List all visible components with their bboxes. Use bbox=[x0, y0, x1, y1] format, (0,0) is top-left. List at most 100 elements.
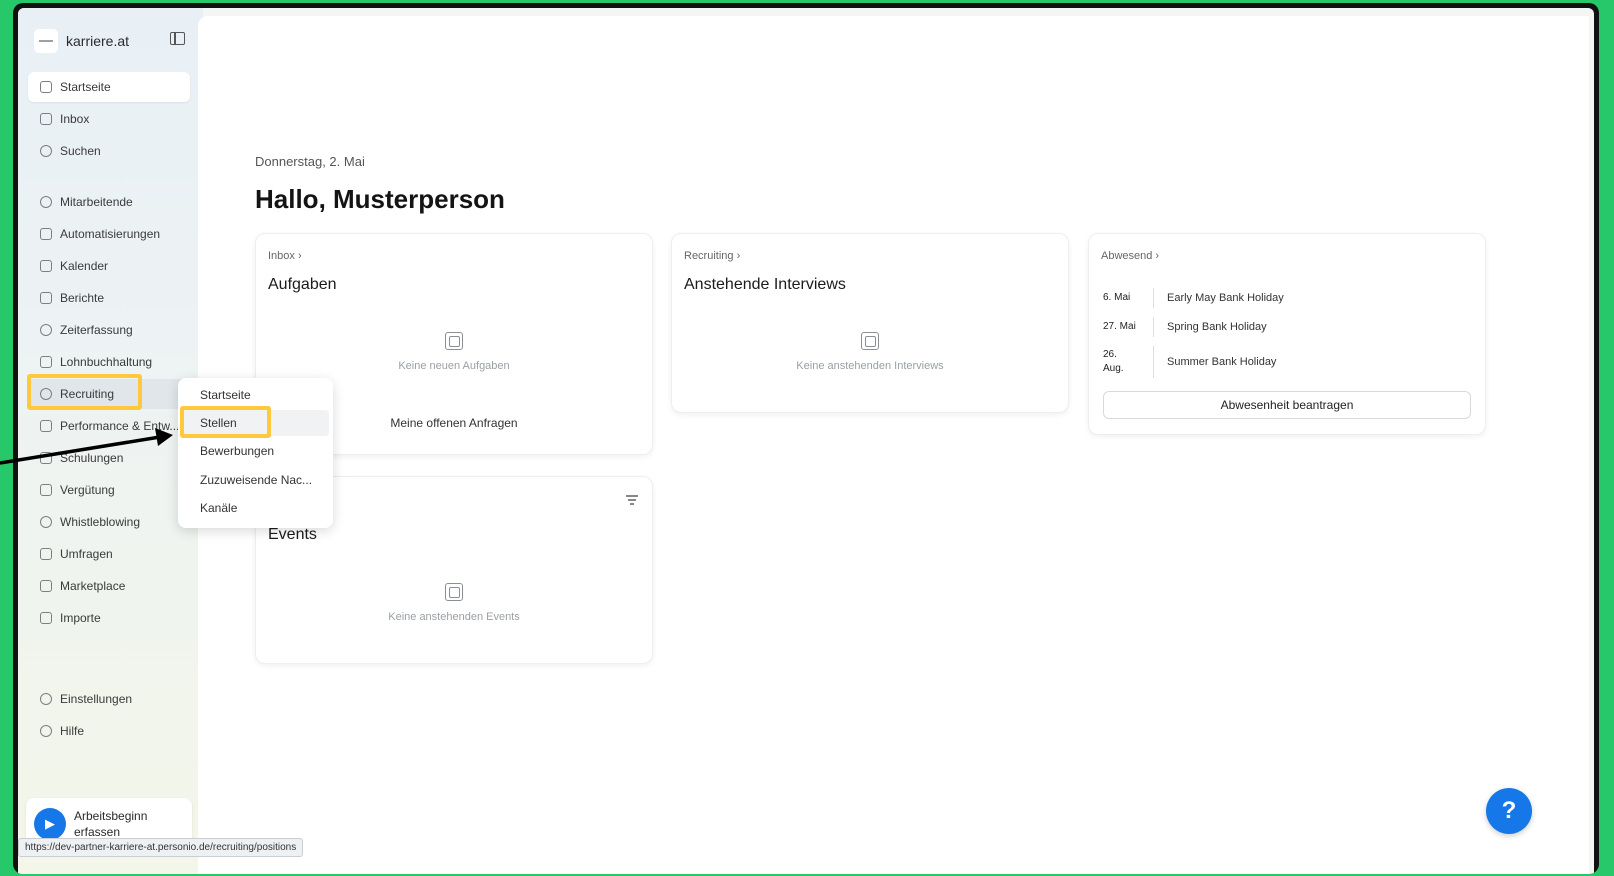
tasks-title: Aufgaben bbox=[268, 276, 337, 293]
users-icon bbox=[40, 196, 52, 208]
interviews-breadcrumb[interactable]: Recruiting › bbox=[684, 250, 740, 262]
clock-icon bbox=[40, 324, 52, 336]
sidebar-item-marketplace[interactable]: Marketplace bbox=[28, 571, 190, 601]
sidebar-item-label: Whistleblowing bbox=[60, 515, 141, 529]
sidebar-item-importe[interactable]: Importe bbox=[28, 603, 190, 633]
brand-name: karriere.at bbox=[66, 33, 130, 49]
filter-icon[interactable] bbox=[626, 495, 638, 505]
calendar-icon bbox=[40, 260, 52, 272]
help-button[interactable]: ? bbox=[1486, 788, 1532, 834]
interviews-empty-text: Keine anstehenden Interviews bbox=[796, 360, 944, 372]
help-icon bbox=[40, 725, 52, 737]
sparkle-icon bbox=[40, 228, 52, 240]
sidebar-item-umfragen[interactable]: Umfragen bbox=[28, 539, 190, 569]
request-absence-button[interactable]: Abwesenheit beantragen bbox=[1103, 391, 1471, 419]
sidebar-item-label: Automatisierungen bbox=[60, 227, 161, 241]
absence-name: Summer Bank Holiday bbox=[1167, 356, 1277, 368]
absence-row: 6. Mai Early May Bank Holiday bbox=[1103, 288, 1471, 308]
copy-icon bbox=[445, 332, 463, 350]
gear-icon bbox=[40, 693, 52, 705]
sidebar-item-startseite[interactable]: Startseite bbox=[28, 72, 190, 102]
shield-icon bbox=[40, 516, 52, 528]
sidebar-item-inbox[interactable]: Inbox bbox=[28, 104, 190, 134]
divider bbox=[1153, 317, 1154, 337]
brand-logo bbox=[34, 29, 58, 53]
sidebar-collapse-icon[interactable] bbox=[170, 32, 185, 45]
status-url-bar: https://dev-partner-karriere-at.personio… bbox=[18, 838, 304, 857]
graduation-icon bbox=[40, 452, 52, 464]
sidebar-item-label: Vergütung bbox=[60, 483, 115, 497]
submenu-item-zuzuweisende[interactable]: Zuzuweisende Nac... bbox=[182, 467, 329, 493]
sidebar-item-label: Suchen bbox=[60, 144, 101, 158]
sidebar-item-schulungen[interactable]: Schulungen bbox=[28, 443, 190, 473]
sidebar-item-label: Berichte bbox=[60, 291, 105, 305]
absence-row: 26. Aug. Summer Bank Holiday bbox=[1103, 346, 1471, 378]
sidebar-item-lohnbuchhaltung[interactable]: Lohnbuchhaltung bbox=[28, 347, 190, 377]
sidebar-item-label: Importe bbox=[60, 611, 101, 625]
absence-name: Early May Bank Holiday bbox=[1167, 292, 1284, 304]
sidebar-item-label: Marketplace bbox=[60, 579, 126, 593]
absent-breadcrumb[interactable]: Abwesend › bbox=[1101, 250, 1159, 262]
main-content: Donnerstag, 2. Mai Hallo, Musterperson I… bbox=[198, 16, 1589, 874]
absence-name: Spring Bank Holiday bbox=[1167, 321, 1267, 333]
screenshot-frame: karriere.at Startseite Inbox Suchen Mita… bbox=[13, 3, 1599, 874]
absence-date: 26. Aug. bbox=[1103, 349, 1124, 374]
submenu-item-bewerbungen[interactable]: Bewerbungen bbox=[182, 438, 329, 464]
sidebar-item-label: Inbox bbox=[60, 112, 90, 126]
sidebar-item-automatisierungen[interactable]: Automatisierungen bbox=[28, 219, 190, 249]
sidebar-item-label: Zeiterfassung bbox=[60, 323, 133, 337]
sidebar-item-berichte[interactable]: Berichte bbox=[28, 283, 190, 313]
tasks-breadcrumb[interactable]: Inbox › bbox=[268, 250, 302, 262]
divider bbox=[1153, 346, 1154, 378]
import-icon bbox=[40, 612, 52, 624]
inbox-icon bbox=[40, 113, 52, 125]
absent-card: Abwesend › 6. Mai Early May Bank Holiday… bbox=[1088, 233, 1486, 435]
absence-date: 27. Mai bbox=[1103, 321, 1136, 332]
tasks-empty-state: Keine neuen Aufgaben bbox=[256, 332, 652, 372]
sidebar-item-whistleblowing[interactable]: Whistleblowing bbox=[28, 507, 190, 537]
recruiting-submenu: Startseite Stellen Bewerbungen Zuzuweise… bbox=[178, 378, 333, 528]
search-icon bbox=[40, 145, 52, 157]
interviews-card: Recruiting › Anstehende Interviews Keine… bbox=[671, 233, 1069, 413]
absence-date: 6. Mai bbox=[1103, 292, 1131, 303]
chart-icon bbox=[40, 420, 52, 432]
sidebar-item-label: Kalender bbox=[60, 259, 109, 273]
sidebar: karriere.at Startseite Inbox Suchen Mita… bbox=[18, 8, 203, 874]
brand[interactable]: karriere.at bbox=[34, 28, 129, 54]
home-icon bbox=[40, 81, 52, 93]
sidebar-item-label: Schulungen bbox=[60, 451, 124, 465]
copy-icon bbox=[445, 583, 463, 601]
stellen-highlight-box bbox=[180, 406, 271, 438]
tasks-empty-text: Keine neuen Aufgaben bbox=[398, 360, 510, 372]
survey-icon bbox=[40, 548, 52, 560]
submenu-item-startseite[interactable]: Startseite bbox=[182, 382, 329, 408]
divider bbox=[1153, 288, 1154, 308]
report-icon bbox=[40, 292, 52, 304]
play-icon[interactable]: ▶ bbox=[34, 808, 66, 840]
sidebar-item-label: Performance & Entw... bbox=[60, 419, 180, 433]
sidebar-item-verguetung[interactable]: Vergütung bbox=[28, 475, 190, 505]
sidebar-item-einstellungen[interactable]: Einstellungen bbox=[28, 684, 190, 714]
sidebar-item-label: Hilfe bbox=[60, 724, 85, 738]
sidebar-item-performance[interactable]: Performance & Entw... bbox=[28, 411, 190, 441]
recruiting-highlight-box bbox=[27, 374, 142, 410]
sidebar-item-label: Einstellungen bbox=[60, 692, 133, 706]
app-window: karriere.at Startseite Inbox Suchen Mita… bbox=[18, 8, 1594, 874]
events-empty-text: Keine anstehenden Events bbox=[388, 611, 520, 623]
submenu-item-kanaele[interactable]: Kanäle bbox=[182, 495, 329, 521]
sidebar-item-label: Mitarbeitende bbox=[60, 195, 133, 209]
sidebar-item-hilfe[interactable]: Hilfe bbox=[28, 716, 190, 746]
events-title: Events bbox=[268, 526, 317, 543]
sidebar-item-mitarbeitende[interactable]: Mitarbeitende bbox=[28, 187, 190, 217]
sidebar-item-label: Startseite bbox=[60, 80, 111, 94]
absence-row: 27. Mai Spring Bank Holiday bbox=[1103, 317, 1471, 337]
sidebar-item-zeiterfassung[interactable]: Zeiterfassung bbox=[28, 315, 190, 345]
grid-icon bbox=[40, 580, 52, 592]
sidebar-item-label: Lohnbuchhaltung bbox=[60, 355, 153, 369]
sidebar-item-suchen[interactable]: Suchen bbox=[28, 136, 190, 166]
events-empty-state: Keine anstehenden Events bbox=[256, 583, 652, 623]
sidebar-item-kalender[interactable]: Kalender bbox=[28, 251, 190, 281]
page-title: Hallo, Musterperson bbox=[255, 184, 505, 214]
sidebar-item-label: Umfragen bbox=[60, 547, 113, 561]
payroll-icon bbox=[40, 356, 52, 368]
